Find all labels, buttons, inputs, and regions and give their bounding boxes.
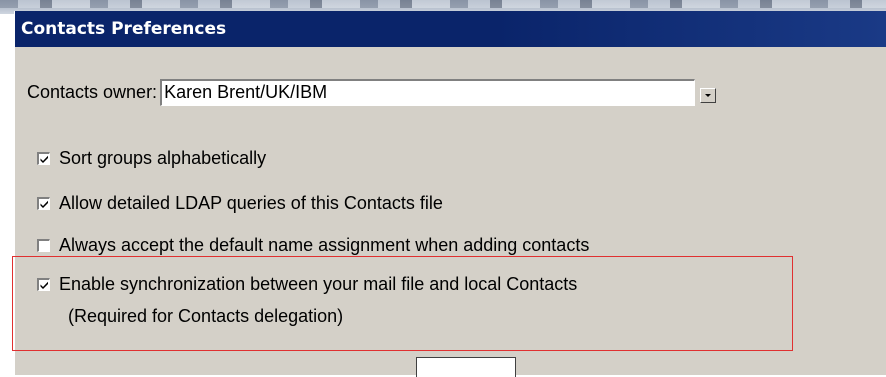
dialog-title: Contacts Preferences: [15, 11, 886, 47]
check-icon: [40, 155, 48, 163]
contacts-owner-field[interactable]: Karen Brent/UK/IBM: [160, 79, 696, 106]
contacts-owner-label: Contacts owner:: [27, 82, 158, 102]
enable-synchronization-checkbox[interactable]: [37, 277, 50, 291]
sort-groups-label: Sort groups alphabetically: [59, 148, 267, 168]
option-enable-synchronization[interactable]: Enable synchronization between your mail…: [37, 268, 577, 332]
default-name-assignment-checkbox[interactable]: [37, 239, 50, 252]
check-icon: [40, 281, 48, 289]
chevron-down-icon: [705, 94, 712, 97]
contacts-owner-dropdown-button[interactable]: [700, 88, 717, 103]
option-ldap-queries[interactable]: Allow detailed LDAP queries of this Cont…: [37, 193, 443, 214]
ldap-queries-checkbox[interactable]: [37, 197, 50, 210]
option-sort-groups[interactable]: Sort groups alphabetically: [37, 148, 266, 169]
sort-groups-checkbox[interactable]: [37, 152, 50, 165]
contacts-owner-row: Contacts owner: Karen Brent/UK/IBM: [27, 77, 717, 108]
dialog-button[interactable]: [416, 357, 516, 377]
option-default-name-assignment[interactable]: Always accept the default name assignmen…: [37, 235, 589, 256]
synchronization-note: (Required for Contacts delegation): [68, 306, 344, 326]
ldap-queries-label: Allow detailed LDAP queries of this Cont…: [59, 193, 443, 213]
check-icon: [40, 200, 48, 208]
default-name-assignment-label: Always accept the default name assignmen…: [59, 235, 590, 255]
enable-synchronization-label: Enable synchronization between your mail…: [59, 274, 578, 294]
